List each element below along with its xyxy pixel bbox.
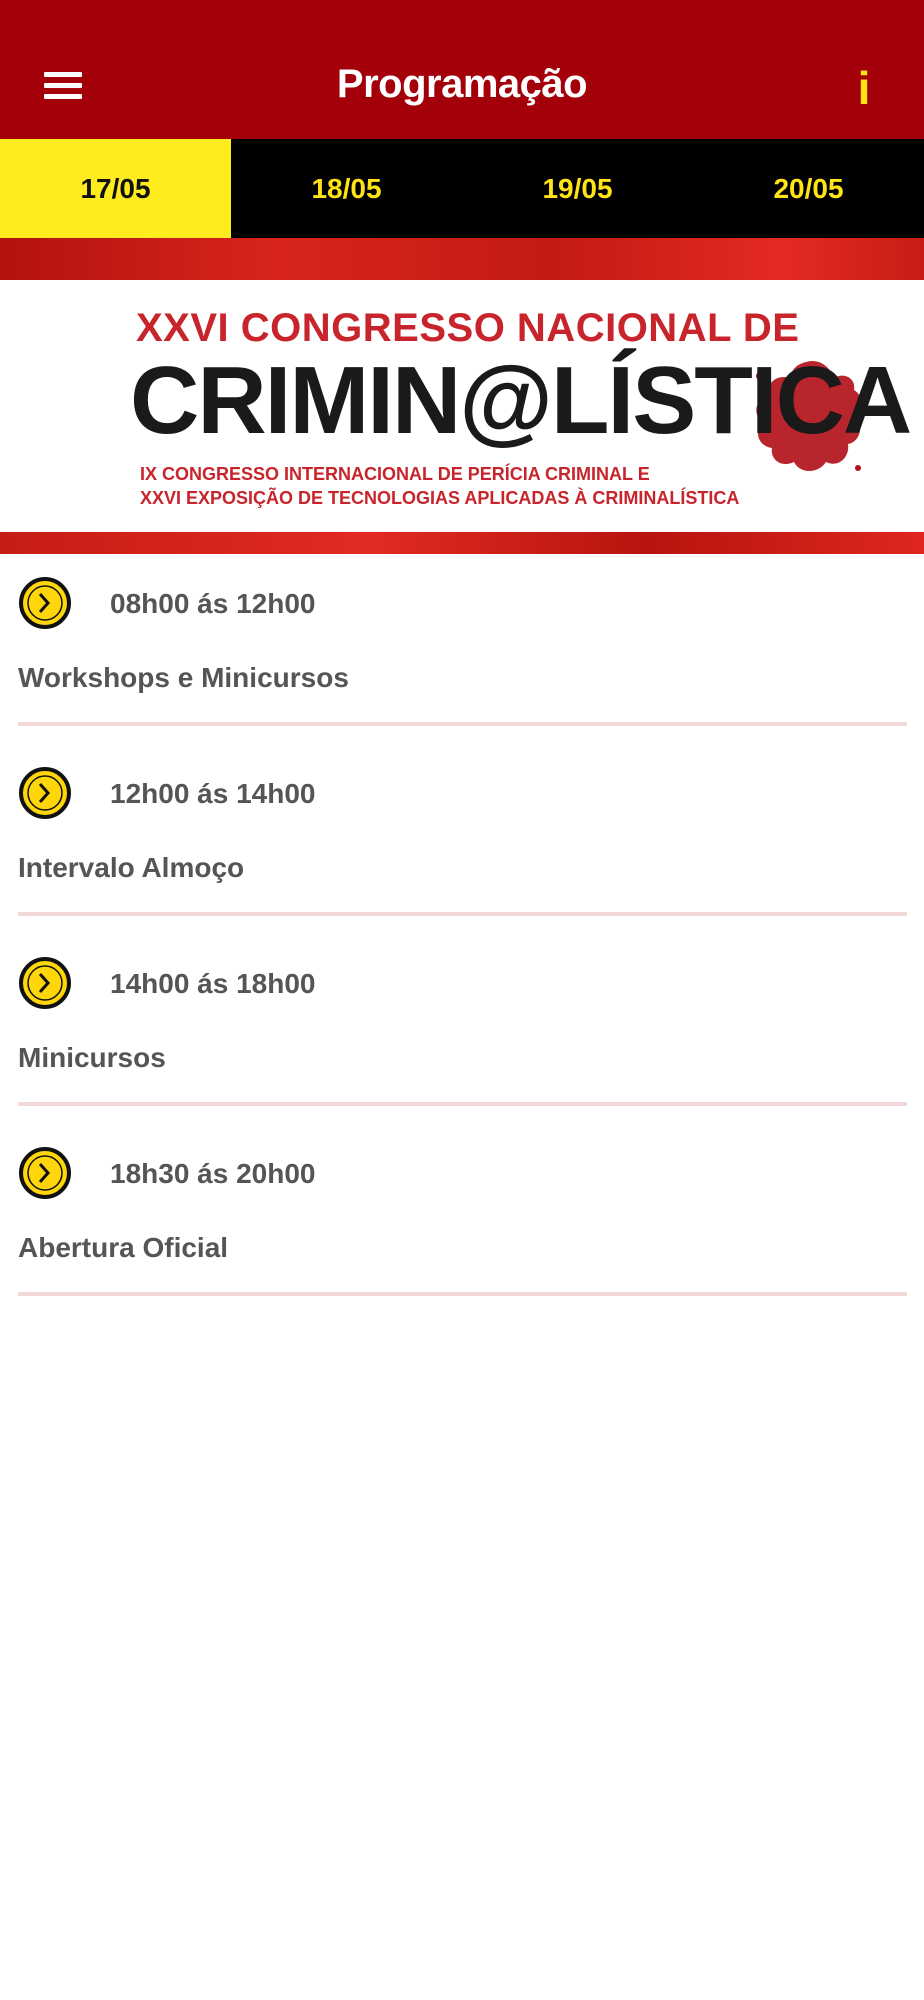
app-header: Programação i <box>0 0 924 139</box>
page-title: Programação <box>336 62 588 106</box>
clock-icon <box>19 577 71 629</box>
tab-20-05[interactable]: 20/05 <box>693 139 924 238</box>
divider <box>18 912 907 916</box>
clock-icon <box>19 767 71 819</box>
clock-icon <box>19 957 71 1009</box>
banner-top-strip <box>0 238 924 280</box>
divider <box>18 1102 907 1106</box>
tab-17-05[interactable]: 17/05 <box>0 139 231 238</box>
schedule-time: 18h30 ás 20h00 <box>110 1158 316 1189</box>
schedule-title: Intervalo Almoço <box>18 852 245 883</box>
tab-18-05[interactable]: 18/05 <box>231 139 462 238</box>
schedule-title: Minicursos <box>18 1042 166 1073</box>
schedule-time: 08h00 ás 12h00 <box>110 588 316 619</box>
banner-headline: XXVI CONGRESSO NACIONAL DE <box>136 306 800 350</box>
schedule-item[interactable]: 08h00 ás 12h00 Workshops e Minicursos <box>18 554 907 744</box>
congress-banner: XXVI CONGRESSO NACIONAL DE CRIMIN@LÍSTIC… <box>0 238 924 554</box>
divider <box>18 722 907 726</box>
banner-logo-text: CRIMIN@LÍSTICA <box>130 347 912 454</box>
schedule-title: Workshops e Minicursos <box>18 662 349 693</box>
tab-19-05[interactable]: 19/05 <box>462 139 693 238</box>
banner-subtitle-1: IX CONGRESSO INTERNACIONAL DE PERÍCIA CR… <box>140 464 650 484</box>
banner-bottom-strip <box>0 532 924 554</box>
banner-subtitle-2: XXVI EXPOSIÇÃO DE TECNOLOGIAS APLICADAS … <box>140 488 740 508</box>
schedule-item[interactable]: 12h00 ás 14h00 Intervalo Almoço <box>18 744 907 934</box>
schedule-time: 12h00 ás 14h00 <box>110 778 316 809</box>
schedule-time: 14h00 ás 18h00 <box>110 968 316 999</box>
date-tabs: 17/05 18/05 19/05 20/05 <box>0 139 924 238</box>
schedule-item[interactable]: 18h30 ás 20h00 Abertura Oficial <box>18 1124 907 1314</box>
info-button[interactable]: i <box>852 64 876 112</box>
divider <box>18 1292 907 1296</box>
schedule-title: Abertura Oficial <box>18 1232 229 1263</box>
schedule-item[interactable]: 14h00 ás 18h00 Minicursos <box>18 934 907 1124</box>
clock-icon <box>19 1147 71 1199</box>
